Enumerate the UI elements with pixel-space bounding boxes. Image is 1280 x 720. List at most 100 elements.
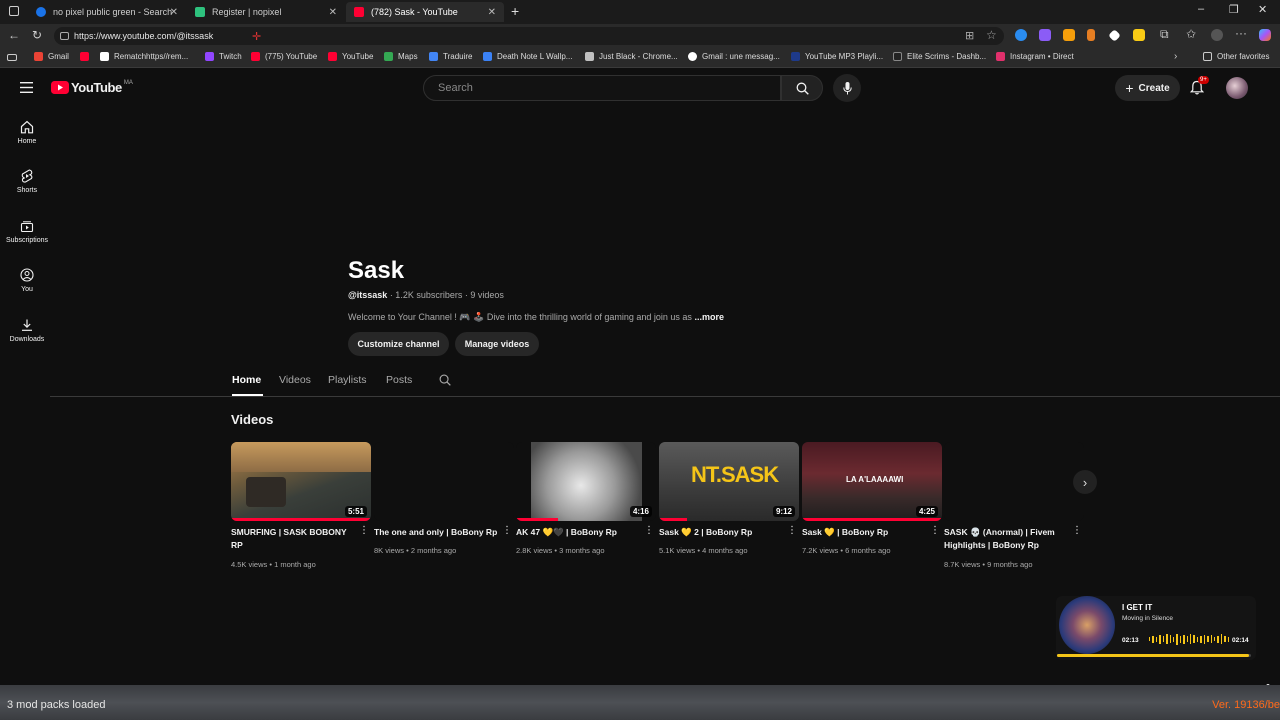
video-card[interactable]: SASK 💀 (Anormal) | Fivem Highlights | Bo… — [944, 442, 1084, 569]
chevron-right-icon[interactable]: › — [1174, 51, 1177, 62]
video-thumbnail[interactable]: NT.SASK 9:12 — [659, 442, 799, 521]
new-tab-button[interactable]: + — [511, 3, 519, 19]
video-title[interactable]: Sask 💛 2 | BoBony Rp — [659, 526, 787, 539]
tab-playlists[interactable]: Playlists — [328, 374, 367, 386]
bookmark-youtube[interactable] — [80, 52, 94, 61]
tab-posts[interactable]: Posts — [386, 374, 412, 386]
create-button[interactable]: + Create — [1115, 75, 1180, 101]
search-button[interactable] — [781, 75, 823, 101]
other-favorites[interactable]: Other favorites — [1203, 52, 1269, 61]
bookmark-gmail[interactable]: Gmail — [34, 52, 69, 61]
video-thumbnail[interactable] — [944, 442, 1084, 521]
bookmark-youtube[interactable]: YouTube — [328, 52, 373, 61]
url-field[interactable]: https://www.youtube.com/@itssask ✛ ⊞ ☆ — [54, 27, 1004, 45]
notifications-button[interactable]: 9+ — [1189, 76, 1209, 100]
manage-videos-button[interactable]: Manage videos — [455, 332, 539, 356]
favorites-icon[interactable]: ✩ — [1186, 27, 1196, 41]
video-card[interactable]: 4:16 AK 47 💛🖤 | BoBony Rp ⋮ 2.8K views •… — [516, 442, 656, 555]
extension-icon[interactable] — [1087, 29, 1095, 41]
video-title[interactable]: SASK 💀 (Anormal) | Fivem Highlights | Bo… — [944, 526, 1072, 552]
back-arrow-icon[interactable]: ← — [8, 28, 20, 42]
bookmark-instagram[interactable]: Instagram • Direct — [996, 52, 1074, 61]
bookmark-label: Maps — [398, 52, 418, 61]
more-menu-icon[interactable]: ··· — [1235, 26, 1247, 40]
sidebar-item-subscriptions[interactable]: Subscriptions — [0, 219, 54, 244]
bookmark-death-note[interactable]: Death Note L Wallp... — [483, 52, 572, 61]
close-tab-icon[interactable]: ✕ — [329, 7, 337, 18]
more-actions-icon[interactable]: ⋮ — [644, 526, 654, 536]
extension-icon[interactable] — [1108, 29, 1121, 42]
browser-tab[interactable]: no pixel public green - Search ✕ — [28, 2, 186, 22]
extension-icon[interactable] — [1015, 29, 1027, 41]
bookmark-traduire[interactable]: Traduire — [429, 52, 473, 61]
app-grid-icon[interactable]: ⊞ — [965, 29, 974, 42]
close-tab-icon[interactable]: ✕ — [170, 7, 178, 18]
browser-tab[interactable]: Register | nopixel ✕ — [187, 2, 345, 22]
copilot-icon[interactable] — [1259, 29, 1271, 41]
browser-tab-active[interactable]: (782) Sask - YouTube ✕ — [346, 2, 504, 22]
extension-icon[interactable] — [1063, 29, 1075, 41]
search-icon — [796, 82, 809, 95]
bookmark-youtube-mp3[interactable]: YouTube MP3 Playli... — [791, 52, 883, 61]
video-title[interactable]: Sask 💛 | BoBony Rp — [802, 526, 930, 539]
bookmark-maps[interactable]: Maps — [384, 52, 418, 61]
more-actions-icon[interactable]: ⋮ — [930, 526, 940, 536]
extension-icon[interactable] — [1133, 29, 1145, 41]
tab-videos[interactable]: Videos — [279, 374, 311, 386]
bookmark-elite-scrims[interactable]: Elite Scrims - Dashb... — [893, 52, 986, 61]
video-card[interactable]: NT.SASK 9:12 Sask 💛 2 | BoBony Rp ⋮ 5.1K… — [659, 442, 799, 555]
close-tab-icon[interactable]: ✕ — [488, 7, 496, 18]
favorite-star-icon[interactable]: ☆ — [986, 28, 997, 42]
video-age: 1 month ago — [274, 560, 316, 569]
voice-search-button[interactable] — [833, 74, 861, 102]
video-thumbnail[interactable]: 5:51 — [231, 442, 371, 521]
profile-avatar-icon[interactable] — [1211, 29, 1223, 41]
close-window-button[interactable]: ✕ — [1258, 3, 1267, 16]
menu-icon[interactable] — [20, 82, 33, 93]
account-avatar[interactable] — [1226, 77, 1248, 99]
track-progress[interactable] — [1057, 654, 1251, 657]
video-thumbnail[interactable]: 4:16 — [516, 442, 656, 521]
tab-actions-icon[interactable] — [9, 6, 19, 16]
sidebar-item-downloads[interactable]: Downloads — [0, 318, 54, 343]
minimize-button[interactable]: – — [1198, 3, 1204, 15]
bookmark-twitch[interactable]: Twitch — [205, 52, 242, 61]
sidebar-item-you[interactable]: You — [0, 268, 54, 293]
more-actions-icon[interactable]: ⋮ — [502, 526, 512, 536]
video-thumbnail[interactable] — [374, 442, 514, 521]
video-title[interactable]: The one and only | BoBony Rp — [374, 526, 502, 539]
bookmark-just-black[interactable]: Just Black - Chrome... — [585, 52, 678, 61]
google-icon — [688, 52, 697, 61]
sidebar-item-shorts[interactable]: Shorts — [0, 169, 54, 194]
sidebar-toggle-icon[interactable] — [7, 54, 17, 61]
extensions-puzzle-icon[interactable]: ⧉ — [1160, 27, 1169, 42]
video-title[interactable]: SMURFING | SASK BOBONY RP — [231, 526, 359, 552]
bookmark-gmail-message[interactable]: Gmail : une messag... — [688, 52, 780, 61]
next-videos-button[interactable]: › — [1073, 470, 1097, 494]
refresh-icon[interactable]: ↻ — [32, 28, 42, 42]
customize-channel-button[interactable]: Customize channel — [348, 332, 449, 356]
video-card[interactable]: LA A'LAAAAWI 4:25 Sask 💛 | BoBony Rp ⋮ 7… — [802, 442, 942, 555]
bookmark-label: Traduire — [443, 52, 473, 61]
page-info-icon[interactable] — [60, 32, 69, 40]
more-actions-icon[interactable]: ⋮ — [359, 526, 369, 536]
video-thumbnail[interactable]: LA A'LAAAAWI 4:25 — [802, 442, 942, 521]
more-actions-icon[interactable]: ⋮ — [1072, 526, 1082, 536]
waveform — [1149, 633, 1230, 645]
more-actions-icon[interactable]: ⋮ — [787, 526, 797, 536]
restore-button[interactable]: ❐ — [1229, 3, 1239, 16]
tab-home[interactable]: Home — [232, 374, 261, 386]
bookmark-youtube-775[interactable]: (775) YouTube — [251, 52, 317, 61]
more-link[interactable]: ...more — [694, 312, 724, 322]
channel-search-icon[interactable] — [439, 374, 451, 386]
channel-description[interactable]: Welcome to Your Channel ! 🎮 🕹️ Dive into… — [348, 312, 724, 323]
youtube-logo[interactable]: YouTube MA — [51, 80, 133, 95]
extension-icon[interactable] — [1039, 29, 1051, 41]
search-input[interactable]: Search — [423, 75, 781, 101]
section-title: Videos — [231, 412, 274, 427]
video-card[interactable]: The one and only | BoBony Rp ⋮ 8K views … — [374, 442, 514, 555]
video-card[interactable]: 5:51 SMURFING | SASK BOBONY RP ⋮ 4.5K vi… — [231, 442, 371, 569]
sidebar-item-home[interactable]: Home — [0, 120, 54, 145]
video-title[interactable]: AK 47 💛🖤 | BoBony Rp — [516, 526, 644, 539]
bookmark-rematch[interactable]: Rematchhttps//rem... — [100, 52, 188, 61]
